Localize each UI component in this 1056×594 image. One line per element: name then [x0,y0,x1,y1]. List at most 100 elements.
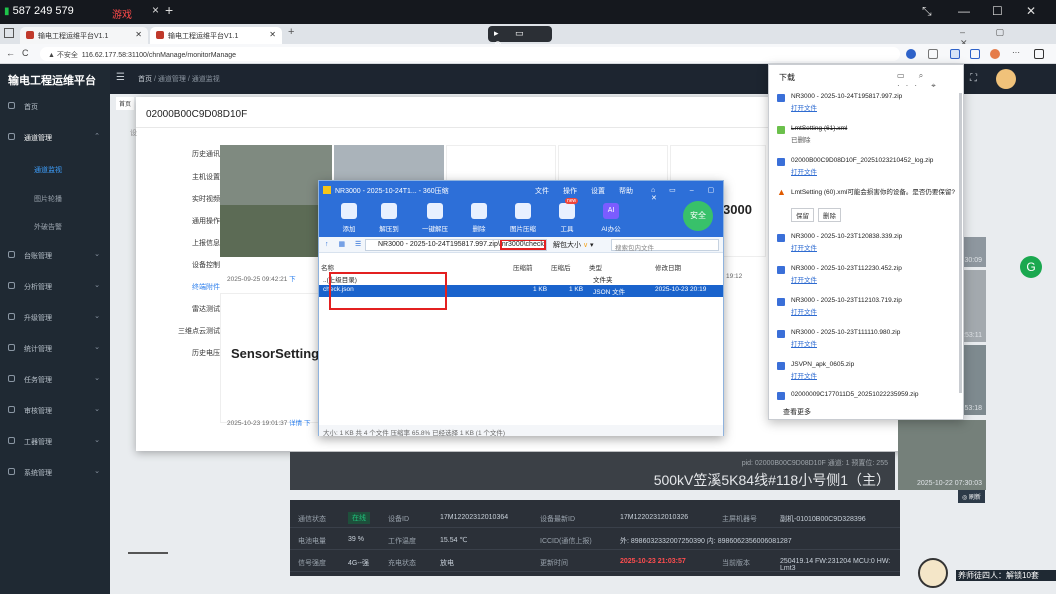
remote-tab-label[interactable]: 游戏 [112,6,132,21]
sidebar-item-ledger[interactable]: 台账管理 ⌄ [0,244,110,266]
maximize-icon[interactable]: ☐ [992,4,1003,18]
menu-toggle-icon[interactable]: ☰ [116,72,125,83]
sidebar-item-monitor[interactable]: 通道监视 [0,158,110,180]
downloads-toolbar-icons[interactable]: ▭ ⌕ ··· ⌖ [897,71,963,91]
delete-button[interactable]: 删除 [818,208,841,222]
zip-menu-file[interactable]: 文件 [535,186,549,196]
zip-delete-button[interactable]: 删除 [457,203,501,233]
sidebar-item-tool[interactable]: 工器管理 ⌄ [0,430,110,452]
menu-report-info[interactable]: 上报信息 [160,238,220,248]
zip-column-headers: 名称 压缩前 压缩后 类型 修改日期 [321,265,681,272]
close-icon[interactable]: × [152,3,159,17]
floating-assistant-icon[interactable]: G [1020,256,1042,278]
chat-overlay-text: 养师徒四人：解锁10套 [956,570,1056,581]
cartoon-avatar [918,558,948,588]
zip-add-button[interactable]: 添加 [327,203,371,233]
sidebar-item-system[interactable]: 系统管理 ⌄ [0,461,110,483]
see-more-link[interactable]: 查看更多 [783,407,811,417]
zip-image-compress-button[interactable]: 图片压缩 [501,203,545,233]
new-tab-icon[interactable]: + [165,2,173,18]
sidebar-item-audit[interactable]: 审核管理 ⌄ [0,399,110,421]
profile-icon[interactable] [990,49,1000,59]
tool-icon [8,437,15,444]
menu-device-control[interactable]: 设备控制 [160,260,220,270]
sensor-title: SensorSetting [231,346,320,361]
refresh-icon[interactable]: C [22,48,29,58]
zip-path-row: ↑ ▦ ☰ NR3000 - 2025-10-24T195817.997.zip… [319,237,723,253]
zip-menu-help[interactable]: 帮助 [619,186,633,196]
sidebar-item-carousel[interactable]: 图片轮播 [0,187,110,209]
zip-menu-settings[interactable]: 设置 [591,186,605,196]
menu-pointcloud-test[interactable]: 三维点云测试 [160,326,220,336]
zip-file-icon [777,330,785,338]
downloads-icon[interactable] [950,49,960,59]
close-window-icon[interactable]: ✕ [1026,4,1036,18]
zip-search-field[interactable]: 搜索包内文件 [611,239,719,252]
menu-host-settings[interactable]: 主机设置 [160,172,220,182]
zip-file-icon [777,158,785,166]
nav-icons[interactable]: ↑ ▦ ☰ [325,240,365,248]
zip-window-controls[interactable]: ⌂ ▭ – ▢ ✕ [651,186,723,202]
new-browser-tab-icon[interactable]: + [288,26,294,38]
more-icon[interactable]: ··· [1012,48,1020,57]
zip-safe-badge[interactable]: 安全 [683,201,713,231]
menu-live-video[interactable]: 实时视频 [160,194,220,204]
remote-id: ▮ 587 249 579 [4,5,74,17]
fullscreen-app-icon[interactable]: ⛶ [970,73,977,84]
zip-oneclick-extract-button[interactable]: 一键解压 [413,203,457,233]
zip-path-field[interactable]: NR3000 - 2025-10-24T195817.997.zip\ nr300… [365,239,547,251]
path-highlight: nr3000\check [499,240,546,250]
right-thumb-4[interactable]: 2025-10-22 07:30:03 [898,420,986,490]
menu-radar-test[interactable]: 雷达测试 [160,304,220,314]
sidebar-item-task[interactable]: 任务管理 ⌄ [0,368,110,390]
sidebar-item-stats[interactable]: 统计管理 ⌄ [0,337,110,359]
info-row: 信号强度 4G--强 充电状态 放电 更新时间 2025-10-23 21:03… [290,552,900,572]
avatar[interactable] [996,69,1016,89]
home-tag[interactable]: 首页 [116,97,135,110]
tab-close-icon[interactable]: ✕ [135,30,142,39]
sidebar-item-analysis[interactable]: 分析管理 ⌄ [0,275,110,297]
sensor-attachment-card[interactable]: SensorSetting [220,293,332,423]
xml-file-icon [777,126,785,134]
favorite-star-icon[interactable] [906,49,916,59]
sidebar-item-alarm[interactable]: 外破告警 [0,215,110,237]
browser-tab-1[interactable]: 输电工程运维平台V1.1 ✕ [20,27,148,44]
video-line-name: 500kV笠溪5K84线#118小号侧1（主） [653,472,890,488]
sidebar-item-channel[interactable]: 通道管理 ⌃ [0,126,110,148]
attachment-thumb-1[interactable] [220,145,332,257]
upgrade-icon [8,313,15,320]
browser-tab-2[interactable]: 输电工程运维平台V1.1 ✕ [150,27,282,44]
menu-history-voltage[interactable]: 历史电压 [160,348,220,358]
new-badge: new [565,198,579,204]
menu-history-comm[interactable]: 历史通讯 [160,149,220,159]
sidebar-toggle-icon[interactable] [1034,49,1044,59]
zip-extract-to-button[interactable]: 解压到 [367,203,411,233]
scrollbar[interactable] [128,552,168,554]
sidebar-item-home[interactable]: 首页 [0,95,110,117]
app-logo: 输电工程运维平台 [8,75,96,87]
landscape-image [220,205,332,257]
side-tab[interactable]: 设 [130,128,137,138]
back-icon[interactable]: ← [6,48,15,58]
zip-ai-office-button[interactable]: AI AI办公 [589,203,633,233]
extension-icon[interactable] [970,49,980,59]
keep-button[interactable]: 保留 [791,208,814,222]
minimize-icon[interactable]: — [958,4,970,18]
menu-general-ops[interactable]: 通用操作 [160,216,220,226]
window-icon[interactable] [4,28,14,38]
video-pid-text: pid: 02000B00C9D08D10F 通道: 1 预置位: 255 [741,460,888,467]
refresh-button[interactable]: ◎ 刷新 [958,490,985,503]
device-info-panel: 通信状态 在线 设备ID 17M12202312010364 设备最新ID 17… [290,500,900,576]
downloads-scrollbar[interactable] [959,93,962,393]
fullscreen-icon[interactable]: ⤡ [922,4,932,19]
zip-resize-button[interactable]: 解包大小 ∨ ▾ [553,240,594,250]
collections-icon[interactable] [928,49,938,59]
zip-file-icon [777,94,785,102]
menu-terminal-attach[interactable]: 终端附件 [160,282,220,292]
sidebar-item-upgrade[interactable]: 升级管理 ⌄ [0,306,110,328]
zip-tools-button[interactable]: 工具 [545,203,589,233]
zip-menu-ops[interactable]: 操作 [563,186,577,196]
url-field[interactable]: ▲ 不安全 116.62.177.58:31100/chnManage/moni… [40,47,900,61]
tab-close-icon[interactable]: ✕ [269,30,276,39]
media-control-bar[interactable]: ▸ ▭ ⊗ [488,26,552,49]
